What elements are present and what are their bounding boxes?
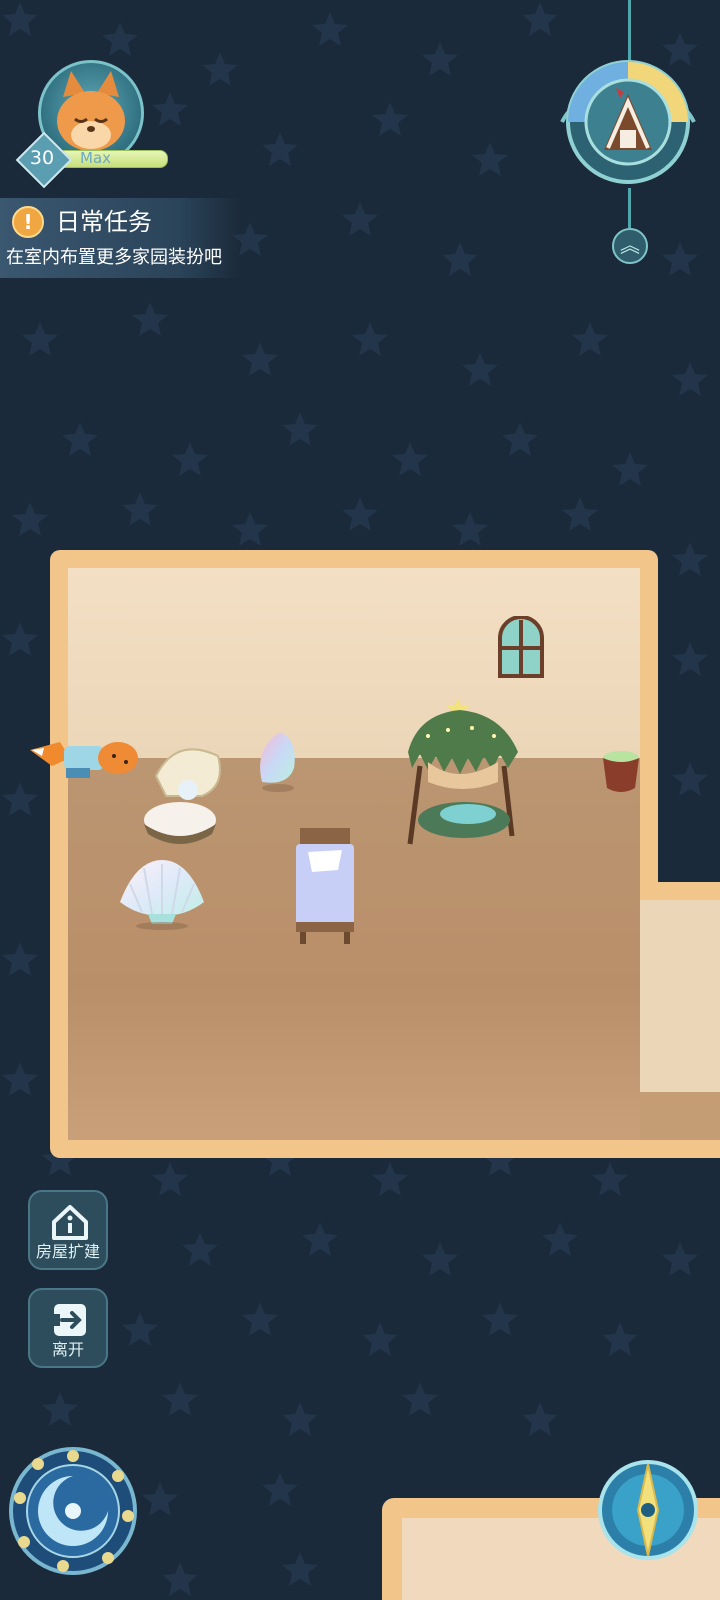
window-furniture[interactable] — [496, 616, 546, 678]
clock-chain-lower — [628, 188, 631, 228]
adjacent-room-floor — [640, 1092, 720, 1140]
level-max-label: Max — [80, 149, 112, 167]
bucket-furniture[interactable] — [600, 748, 640, 796]
gingerbread-house-icon — [560, 60, 696, 184]
house-info-icon — [52, 1205, 88, 1240]
exit-door-icon — [54, 1304, 86, 1336]
daily-task-panel[interactable]: ! 日常任务 在室内布置更多家园装扮吧 — [0, 198, 240, 278]
expand-house-label: 房屋扩建 — [35, 1242, 100, 1261]
leave-button[interactable]: 离开 — [28, 1288, 108, 1368]
scallop-shell-decoration[interactable] — [116, 858, 208, 930]
chevron-double-up-icon[interactable]: ︽ — [612, 228, 648, 264]
game-screen: Max 30 ! 日常任务 在室内布置更多家园装扮吧 ︽ 房屋扩建 离开 — [0, 0, 720, 1600]
pearl-shell-decoration[interactable] — [126, 736, 226, 846]
home-room[interactable] — [50, 550, 658, 1158]
moon-phase-icon[interactable] — [8, 1446, 138, 1576]
daily-task-description: 在室内布置更多家园装扮吧 — [6, 247, 222, 268]
daily-task-title: 日常任务 — [56, 208, 152, 236]
leave-label: 离开 — [51, 1340, 84, 1359]
pastel-shell-decoration[interactable] — [254, 728, 300, 794]
clock-chain — [628, 0, 631, 62]
exclamation-icon: ! — [12, 206, 44, 238]
season-clock-button[interactable] — [558, 58, 698, 188]
room-wall — [68, 568, 640, 758]
player-avatar-panel[interactable]: Max 30 — [15, 58, 168, 189]
canopy-swing-furniture[interactable] — [398, 696, 528, 856]
bed-furniture[interactable] — [294, 826, 356, 946]
expand-house-button[interactable]: 房屋扩建 — [28, 1190, 108, 1270]
adjacent-room[interactable] — [640, 882, 720, 1158]
compass-icon[interactable] — [596, 1458, 700, 1562]
room-interior — [68, 568, 640, 1140]
fox-character[interactable] — [30, 738, 140, 794]
adjacent-room-wall — [640, 900, 720, 1092]
player-level-number: 30 — [29, 147, 55, 169]
